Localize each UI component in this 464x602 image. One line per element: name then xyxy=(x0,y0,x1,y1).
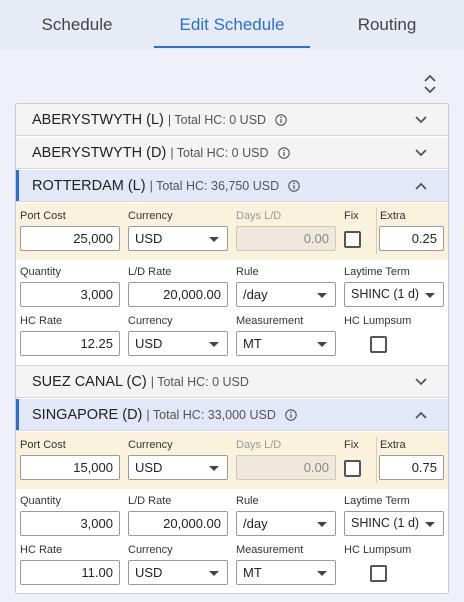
measurement-label: Measurement xyxy=(236,315,304,327)
extra-label: Extra xyxy=(380,210,406,222)
extra-label: Extra xyxy=(380,439,406,451)
rule-label: Rule xyxy=(236,266,259,278)
port-row-aberystwyth-d[interactable]: ABERYSTWYTH (D) | Total HC: 0 USD xyxy=(16,137,448,169)
chevron-down-icon[interactable] xyxy=(414,147,428,159)
port-name: ABERYSTWYTH (L) xyxy=(32,112,164,128)
hc-lumpsum-checkbox[interactable] xyxy=(370,565,387,582)
port-name: ROTTERDAM (L) xyxy=(32,178,146,194)
quantity-label: Quantity xyxy=(20,495,61,507)
days-ld-input: 0.00 xyxy=(236,226,336,251)
port-total-hc: | Total HC: 0 USD xyxy=(167,113,267,127)
port-total-hc: | Total HC: 0 USD xyxy=(150,375,249,389)
laytime-term-label: Laytime Term xyxy=(344,266,410,278)
port-total-hc: | Total HC: 33,000 USD xyxy=(146,408,276,422)
hc-lumpsum-label: HC Lumpsum xyxy=(344,315,412,327)
info-icon[interactable] xyxy=(277,147,290,159)
ld-rate-label: L/D Rate xyxy=(128,266,172,278)
extra-input[interactable]: 0.25 xyxy=(379,226,444,251)
hc-currency-select[interactable]: USD xyxy=(128,331,228,356)
days-ld-label: Days L/D xyxy=(236,210,282,222)
port-cost-input[interactable]: 25,000 xyxy=(20,226,120,251)
days-ld-label: Days L/D xyxy=(236,439,282,451)
fix-label: Fix xyxy=(344,439,359,451)
chevron-down-icon[interactable] xyxy=(414,114,428,126)
hc-currency-label: Currency xyxy=(128,315,173,327)
laytime-term-select[interactable]: SHINC (1 d) xyxy=(344,511,444,536)
info-icon[interactable] xyxy=(285,409,297,421)
measurement-select[interactable]: MT xyxy=(236,331,336,356)
hc-rate-input[interactable]: 12.25 xyxy=(20,331,120,356)
hc-currency-select[interactable]: USD xyxy=(128,560,228,585)
port-row-rotterdam-l[interactable]: ROTTERDAM (L) | Total HC: 36,750 USD xyxy=(16,170,448,202)
fix-checkbox[interactable] xyxy=(344,460,361,477)
quantity-label: Quantity xyxy=(20,266,61,278)
currency-select[interactable]: USD xyxy=(128,226,228,251)
hc-rate-input[interactable]: 11.00 xyxy=(20,560,120,585)
rule-select[interactable]: /day xyxy=(236,282,336,307)
laytime-term-select[interactable]: SHINC (1 d) xyxy=(344,282,444,307)
hc-lumpsum-checkbox[interactable] xyxy=(370,336,387,353)
hc-rate-label: HC Rate xyxy=(20,544,63,556)
divider xyxy=(376,208,377,254)
port-cost-label: Port Cost xyxy=(20,439,66,451)
port-list-panel: ABERYSTWYTH (L) | Total HC: 0 USD ABERYS… xyxy=(15,103,449,594)
quantity-input[interactable]: 3,000 xyxy=(20,511,120,536)
port-cost-input[interactable]: 15,000 xyxy=(20,455,120,480)
extra-input[interactable]: 0.75 xyxy=(379,455,444,480)
chevron-up-icon[interactable] xyxy=(414,180,428,192)
info-icon[interactable] xyxy=(275,114,287,126)
hc-rate-label: HC Rate xyxy=(20,315,63,327)
ld-rate-label: L/D Rate xyxy=(128,495,172,507)
hc-lumpsum-label: HC Lumpsum xyxy=(344,544,412,556)
quantity-input[interactable]: 3,000 xyxy=(20,282,120,307)
tab-bar: Schedule Edit Schedule Routing xyxy=(0,0,464,49)
divider xyxy=(376,437,377,483)
tab-edit-schedule[interactable]: Edit Schedule xyxy=(154,0,310,49)
fix-label: Fix xyxy=(344,210,359,222)
port-total-hc: | Total HC: 0 USD xyxy=(170,146,269,160)
hc-currency-label: Currency xyxy=(128,544,173,556)
rule-select[interactable]: /day xyxy=(236,511,336,536)
port-name: ABERYSTWYTH (D) xyxy=(32,145,167,161)
measurement-select[interactable]: MT xyxy=(236,560,336,585)
port-total-hc: | Total HC: 36,750 USD xyxy=(149,179,280,193)
port-cost-label: Port Cost xyxy=(20,210,66,222)
days-ld-input: 0.00 xyxy=(236,455,336,480)
ld-rate-input[interactable]: 20,000.00 xyxy=(128,282,228,307)
port-row-suez-canal-c[interactable]: SUEZ CANAL (C) | Total HC: 0 USD xyxy=(16,366,448,398)
currency-select[interactable]: USD xyxy=(128,455,228,480)
ld-rate-input[interactable]: 20,000.00 xyxy=(128,511,228,536)
tab-schedule[interactable]: Schedule xyxy=(0,0,154,49)
fix-checkbox[interactable] xyxy=(344,231,361,248)
currency-label: Currency xyxy=(128,439,173,451)
currency-label: Currency xyxy=(128,210,173,222)
rule-label: Rule xyxy=(236,495,259,507)
port-row-singapore-d[interactable]: SINGAPORE (D) | Total HC: 33,000 USD xyxy=(16,399,448,431)
chevron-up-icon[interactable] xyxy=(414,409,428,421)
active-tab-indicator xyxy=(154,46,310,48)
port-name: SINGAPORE (D) xyxy=(32,407,143,423)
port-name: SUEZ CANAL (C) xyxy=(32,374,147,390)
port-row-aberystwyth-l[interactable]: ABERYSTWYTH (L) | Total HC: 0 USD xyxy=(16,104,448,136)
unfold-icon[interactable] xyxy=(421,73,439,95)
tab-routing[interactable]: Routing xyxy=(310,0,464,49)
info-icon[interactable] xyxy=(288,180,300,192)
measurement-label: Measurement xyxy=(236,544,304,556)
chevron-down-icon[interactable] xyxy=(414,376,428,388)
laytime-term-label: Laytime Term xyxy=(344,495,410,507)
